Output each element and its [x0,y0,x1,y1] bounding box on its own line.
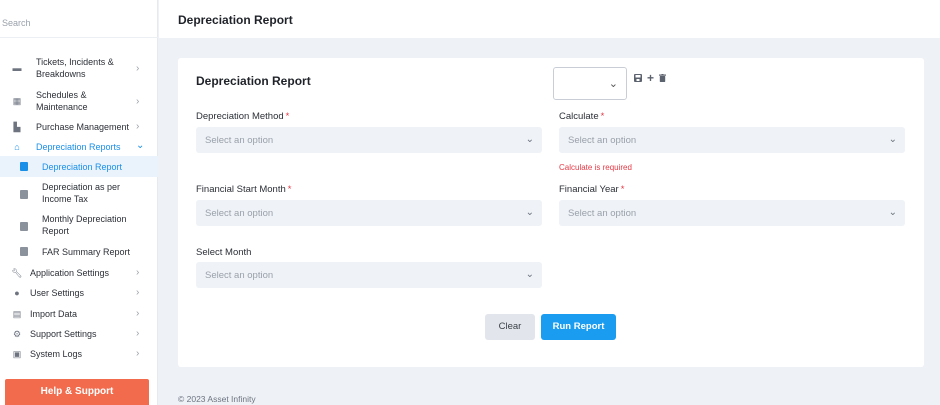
sidebar-item-label: User Settings [30,288,85,298]
chevron-right-icon: › [136,96,140,107]
chevron-right-icon: › [136,328,140,339]
document-icon [20,190,28,199]
sidebar-item-label: Import Data [30,309,78,319]
chevron-down-icon: ⌄ [525,134,534,145]
top-bar: Depreciation Report [159,0,940,38]
gears-icon: ⚙︎ [12,328,22,339]
financial-year-label: Financial Year * [559,184,625,195]
document-icon [20,247,28,256]
sidebar-item-tickets[interactable]: ▬ Tickets, Incidents & Breakdowns › [0,55,158,81]
chevron-down-icon: ⌄ [525,207,534,218]
search-input[interactable]: Search [0,10,158,38]
sidebar-subitem-label: Depreciation Report [42,162,123,172]
select-placeholder: Select an option [205,270,274,281]
sidebar-item-system-logs[interactable]: ▣ System Logs › [0,347,158,361]
select-month-label: Select Month [196,247,252,258]
sidebar-subitem-far-summary[interactable]: FAR Summary Report [0,245,158,259]
help-support-button[interactable]: Help & Support [5,379,149,405]
page-title: Depreciation Report [178,13,293,27]
report-form-card: Depreciation Report ⌄ + Depreciation Met… [178,58,924,367]
import-icon: ▤ [12,308,22,319]
select-placeholder: Select an option [205,135,274,146]
sidebar: Search ▬ Tickets, Incidents & Breakdowns… [0,0,158,405]
sidebar-item-label: Application Settings [30,268,110,278]
select-placeholder: Select an option [568,135,637,146]
sidebar-subitem-label: FAR Summary Report [42,247,131,257]
clipboard-icon: ▣ [12,348,22,359]
chevron-down-icon: ⌄ [888,134,897,145]
document-icon [20,162,28,171]
document-icon [20,222,28,231]
save-icon[interactable] [634,74,642,85]
add-icon[interactable]: + [647,72,654,85]
calculate-label: Calculate * [559,111,605,122]
financial-start-month-select[interactable]: Select an option ⌄ [196,200,542,226]
sidebar-item-label: Schedules & Maintenance [36,90,88,112]
chevron-right-icon: › [136,267,140,278]
sidebar-item-purchase[interactable]: ▙ Purchase Management › [0,120,158,134]
sidebar-item-label: Purchase Management [36,122,130,132]
chevron-right-icon: › [136,121,140,132]
chevron-down-icon: ⌄ [136,140,145,151]
chevron-right-icon: › [136,348,140,359]
sidebar-item-application-settings[interactable]: 🔧︎ Application Settings › [0,266,158,280]
footer-copyright: © 2023 Asset Infinity [178,394,256,404]
preset-toolbar: + [634,72,667,85]
sidebar-item-label: Tickets, Incidents & Breakdowns [36,57,114,79]
financial-year-select[interactable]: Select an option ⌄ [559,200,905,226]
sidebar-item-schedules[interactable]: ▦ Schedules & Maintenance › [0,88,158,114]
select-placeholder: Select an option [568,208,637,219]
sidebar-subitem-depreciation-report[interactable]: Depreciation Report [0,156,158,177]
sidebar-item-label: Support Settings [30,329,97,339]
chevron-down-icon: ⌄ [888,207,897,218]
sidebar-item-label: Depreciation Reports [36,142,121,152]
select-month-select[interactable]: Select an option ⌄ [196,262,542,288]
sidebar-item-import-data[interactable]: ▤ Import Data › [0,307,158,321]
delete-icon[interactable] [659,74,667,85]
sidebar-subitem-income-tax[interactable]: Depreciation as per Income Tax [0,180,158,206]
select-placeholder: Select an option [205,208,274,219]
ticket-icon: ▬ [12,63,22,73]
chevron-right-icon: › [136,287,140,298]
users-icon: ● [14,288,20,298]
sidebar-item-support-settings[interactable]: ⚙︎ Support Settings › [0,327,158,341]
chevron-right-icon: › [136,63,140,74]
depreciation-method-select[interactable]: Select an option ⌄ [196,127,542,153]
sidebar-subitem-label: Monthly Depreciation Report [42,214,127,236]
calculate-error: Calculate is required [559,163,632,172]
sidebar-item-depreciation-reports[interactable]: ⌂ Depreciation Reports ⌄ [0,140,158,154]
home-icon: ⌂ [14,142,20,152]
chevron-down-icon: ⌄ [525,269,534,280]
sidebar-subitem-label: Depreciation as per Income Tax [42,182,121,204]
depreciation-method-label: Depreciation Method * [196,111,290,122]
financial-start-month-label: Financial Start Month * [196,184,292,195]
sidebar-item-label: System Logs [30,349,83,359]
building-icon: ▙ [13,121,21,132]
saved-report-select[interactable]: ⌄ [553,67,627,100]
wrench-icon: 🔧︎ [11,267,23,278]
sidebar-item-user-settings[interactable]: ● User Settings › [0,286,158,300]
clear-button[interactable]: Clear [485,314,535,340]
sidebar-subitem-monthly[interactable]: Monthly Depreciation Report [0,212,158,238]
form-title: Depreciation Report [196,74,311,88]
calendar-icon: ▦ [12,95,22,106]
chevron-right-icon: › [136,308,140,319]
chevron-down-icon: ⌄ [608,78,618,90]
run-report-button[interactable]: Run Report [541,314,616,340]
calculate-select[interactable]: Select an option ⌄ [559,127,905,153]
